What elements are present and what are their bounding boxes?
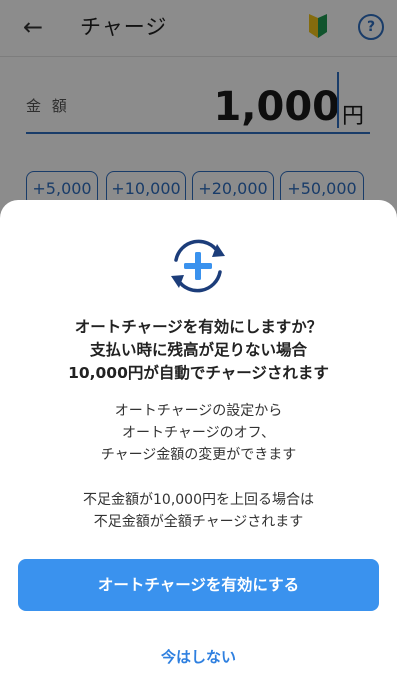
modal-title-line: 10,000円が自動でチャージされます [68, 364, 329, 382]
note-line: 不足金額が全額チャージされます [93, 514, 304, 530]
auto-charge-bottom-sheet: オートチャージを有効にしますか？ 支払い時に残高が足りない場合 10,000円が… [0, 200, 397, 700]
note-line: 不足金額が10,000円を上回る場合は [83, 492, 314, 508]
not-now-link[interactable]: 今はしない [0, 645, 397, 669]
modal-title: オートチャージを有効にしますか？ 支払い時に残高が足りない場合 10,000円が… [0, 316, 397, 385]
modal-description: オートチャージの設定から オートチャージのオフ、 チャージ金額の変更ができます [0, 400, 397, 466]
description-line: オートチャージのオフ、 [121, 425, 276, 441]
description-line: オートチャージの設定から [114, 403, 283, 419]
modal-title-line: 支払い時に残高が足りない場合 [89, 341, 307, 359]
auto-charge-refresh-plus-icon [171, 239, 225, 293]
enable-auto-charge-button[interactable]: オートチャージを有効にする [18, 559, 379, 611]
description-line: チャージ金額の変更ができます [100, 447, 297, 463]
modal-note: 不足金額が10,000円を上回る場合は 不足金額が全額チャージされます [0, 489, 397, 533]
modal-title-line: オートチャージを有効にしますか？ [74, 318, 323, 336]
